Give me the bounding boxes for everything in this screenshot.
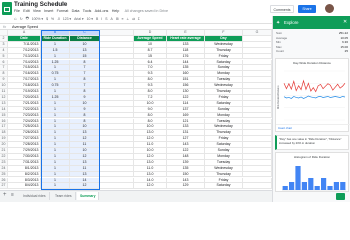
line-chart-card[interactable]: Day-Wide Duration Distance Ride Duration… (275, 58, 350, 132)
menu-insert[interactable]: Insert (44, 9, 53, 16)
explore-fab-button[interactable] (336, 193, 345, 200)
histogram-bar (340, 182, 346, 190)
folder-icon[interactable]: ▭ (61, 1, 66, 7)
toolbar-item[interactable]: S (105, 17, 107, 21)
series-line-2 (283, 95, 346, 99)
histogram-bar (289, 182, 295, 190)
sheet-tab-bar: + ≡ Individual rides Team rides Summary (0, 190, 272, 202)
table-row: 27 8/4/2013 1 12 12.0 129 Saturday (0, 183, 272, 190)
histogram-bar (295, 166, 301, 190)
toolbar-item[interactable]: $ (46, 17, 48, 21)
menu-format[interactable]: Format (57, 9, 69, 16)
menu-file[interactable]: File (14, 9, 20, 16)
toolbar-item[interactable]: 10 ▾ (87, 17, 93, 21)
summary-stats: Sum 251.22 Average 10.05 Min 6.36 Max 15.00 … (276, 31, 348, 54)
toolbar: ⎌ ↻ 🖶 100% ▾ $% .0 123 ▾ Arial ▾ 10 ▾ B I S A ⊞ ≡ ⟂ ⇉ Σ (0, 16, 286, 22)
toolbar-item[interactable]: A (110, 17, 112, 21)
toolbar-item[interactable]: B (96, 17, 98, 21)
menu-tools[interactable]: Tools (83, 9, 92, 16)
menu-edit[interactable]: Edit (23, 9, 29, 16)
row-number[interactable]: 27 (0, 183, 8, 190)
explore-header: ✦ Explore ✕ (273, 16, 350, 29)
toolbar-item[interactable]: 123 ▾ (63, 17, 71, 21)
menu-data[interactable]: Data (72, 9, 80, 16)
explore-icon: ✦ (276, 19, 281, 26)
cell-distance[interactable]: 12 (70, 183, 100, 190)
stat-count: Count 25 (276, 49, 348, 53)
menu-bar: File Edit View Insert Format Data Tools … (14, 9, 168, 16)
histogram-title: Histogram of Ride Duration (293, 155, 331, 159)
sheet-tab-team-rides[interactable]: Team rides (52, 192, 76, 200)
add-sheet-icon[interactable]: + (3, 192, 7, 198)
sheet-tab-individual-rides[interactable]: Individual rides (20, 192, 50, 200)
cell-heart-rate[interactable]: 129 (167, 183, 205, 190)
avatar[interactable] (325, 4, 334, 13)
all-sheets-icon[interactable]: ≡ (11, 192, 14, 198)
menu-help[interactable]: Help (112, 9, 120, 16)
cell-average-speed[interactable]: 12.0 (134, 183, 167, 190)
comments-button[interactable]: Comments (270, 5, 294, 13)
explore-panel: ✦ Explore ✕ Sum 251.22 Average 10.05 Min 6.… (272, 16, 350, 202)
toolbar-item[interactable]: .0 (57, 17, 60, 21)
cell-date[interactable]: 8/4/2013 (8, 183, 41, 190)
menu-addons[interactable]: Add-ons (95, 9, 109, 16)
toolbar-item[interactable]: I (101, 17, 102, 21)
histogram-chart (282, 166, 346, 191)
insert-line-chart-link[interactable]: Insert chart (276, 124, 350, 131)
sheets-logo-icon[interactable] (2, 2, 12, 15)
sheet-tab-summary[interactable]: Summary (77, 192, 100, 200)
histogram-bar (282, 186, 288, 190)
cell-day[interactable]: Saturday (205, 183, 243, 190)
formula-bar: fx Average Speed (0, 23, 272, 30)
close-icon[interactable]: ✕ (343, 19, 347, 25)
toolbar-item[interactable]: % (51, 17, 54, 21)
histogram-bar (333, 182, 339, 190)
line-chart (283, 70, 346, 121)
histogram-bar (301, 182, 307, 190)
star-icon[interactable]: ☆ (55, 1, 60, 7)
cell-empty[interactable] (100, 183, 134, 190)
toolbar-item[interactable]: ≡ (122, 17, 124, 21)
histogram-bar (308, 178, 314, 190)
toolbar-item[interactable]: ↻ (20, 17, 23, 21)
explore-title: Explore (284, 19, 299, 25)
toolbar-item[interactable]: ⎌ (14, 17, 17, 21)
line-chart-title: Day-Wide Duration Distance (293, 61, 331, 65)
histogram-card[interactable]: Histogram of Ride Duration (275, 152, 349, 192)
histogram-bar (327, 186, 333, 190)
toolbar-item[interactable]: ⟂ (127, 17, 129, 21)
formula-input[interactable]: Average Speed (12, 25, 38, 29)
cell-ride-duration[interactable]: 1 (41, 183, 70, 190)
spreadsheet-grid[interactable]: A B C D E F G 2 Date Ride Duration Dista… (0, 30, 272, 190)
toolbar-item[interactable]: ⊞ (116, 17, 119, 21)
fx-icon: fx (3, 24, 7, 29)
cell-empty-g[interactable] (243, 183, 272, 190)
share-button[interactable]: Share (298, 5, 316, 13)
save-status[interactable]: All changes saved in Drive (125, 9, 168, 16)
toolbar-item[interactable]: Σ (138, 17, 140, 21)
histogram-bar (321, 178, 327, 190)
histogram-bar (314, 186, 320, 190)
toolbar-item[interactable]: 100% ▾ (32, 17, 43, 21)
toolbar-item[interactable]: Arial ▾ (74, 17, 83, 21)
menu-view[interactable]: View (33, 9, 41, 16)
toolbar-item[interactable]: 🖶 (26, 16, 29, 22)
series-line-1 (283, 79, 346, 93)
insight-card[interactable]: "Day" has one value in "Ride Duration", … (275, 135, 349, 150)
toolbar-item[interactable]: ⇉ (132, 17, 135, 21)
